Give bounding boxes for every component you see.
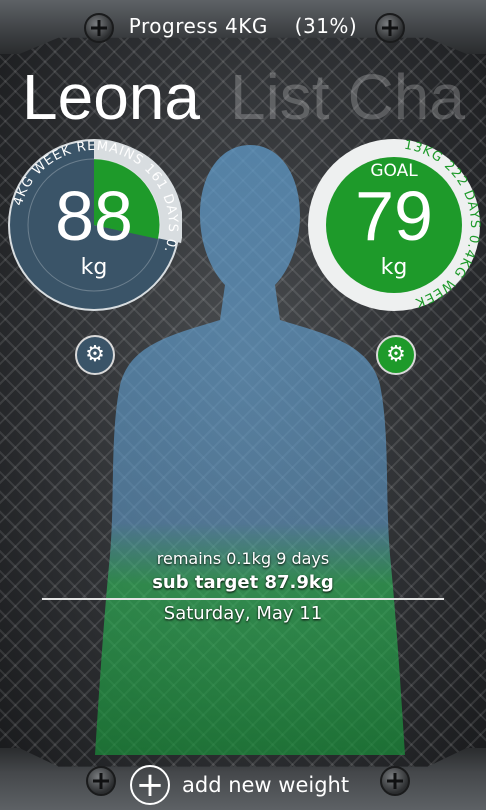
screw-icon <box>86 766 116 796</box>
goal-weight-unit: kg <box>380 255 408 280</box>
current-weight-gauge[interactable]: 4KG WEEK REMAINS 161 DAYS 0. 88 kg <box>6 137 182 313</box>
current-settings-button[interactable]: ⚙ <box>75 335 115 375</box>
goal-weight-value: 79 <box>355 177 433 255</box>
pivot-item-leona[interactable]: Leona <box>22 61 200 133</box>
date-text: Saturday, May 11 <box>163 603 323 624</box>
pivot-header: Leona List Cha <box>22 60 465 134</box>
plus-circle-icon: + <box>130 765 170 805</box>
goal-settings-button[interactable]: ⚙ <box>376 335 416 375</box>
add-new-weight-button[interactable]: + add new weight <box>130 763 349 807</box>
divider <box>42 598 444 600</box>
goal-weight-gauge[interactable]: 13KG 222 DAYS 0.4KG WEEK GOAL 79 kg <box>306 137 482 313</box>
current-weight-unit: kg <box>80 255 108 280</box>
sub-target-text: sub target 87.9kg <box>152 572 334 593</box>
gear-icon: ⚙ <box>85 342 105 367</box>
progress-percent: (31%) <box>294 14 358 38</box>
add-new-weight-label: add new weight <box>182 773 350 797</box>
pivot-item-list[interactable]: List <box>230 61 330 133</box>
gear-icon: ⚙ <box>386 342 406 367</box>
progress-title: Progress 4KG (31%) <box>0 14 486 38</box>
pivot-item-chart[interactable]: Cha <box>348 61 465 133</box>
current-weight-value: 88 <box>55 177 133 255</box>
progress-label: Progress 4KG <box>128 14 268 38</box>
screw-icon <box>380 766 410 796</box>
remains-text: remains 0.1kg 9 days <box>156 549 330 568</box>
